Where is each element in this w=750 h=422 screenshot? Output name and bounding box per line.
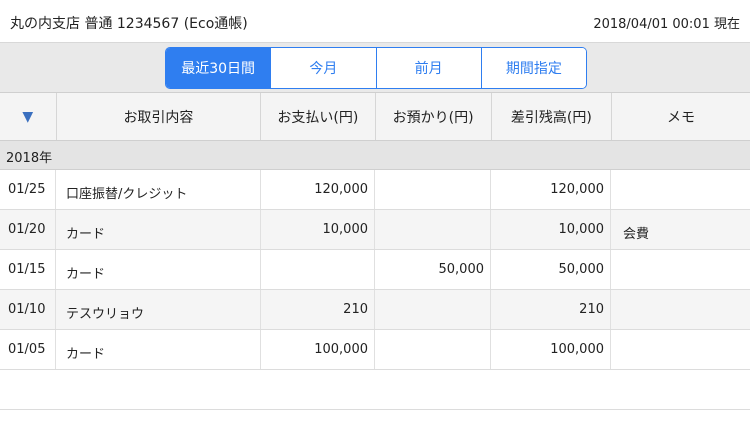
row-payment: 210 [261,290,375,329]
row-memo [611,250,750,289]
sort-column[interactable]: ▼ [0,93,57,140]
row-memo [611,330,750,369]
transaction-list: 01/25 口座振替/クレジット 120,000 120,000 01/20 カ… [0,170,750,410]
row-deposit [375,330,491,369]
row-balance: 50,000 [491,250,611,289]
table-row[interactable]: 01/25 口座振替/クレジット 120,000 120,000 [0,170,750,210]
row-balance: 120,000 [491,170,611,209]
tab-last-30-days[interactable]: 最近30日間 [166,48,271,88]
column-header-description: お取引内容 [57,93,262,140]
row-date: 01/15 [0,250,56,289]
row-date: 01/25 [0,170,56,209]
row-payment: 100,000 [261,330,375,369]
row-date: 01/20 [0,210,56,249]
empty-row [0,370,750,410]
table-row[interactable]: 01/10 テスウリョウ 210 210 [0,290,750,330]
tab-this-month[interactable]: 今月 [270,48,376,88]
row-deposit [375,210,491,249]
account-info: 丸の内支店 普通 1234567 (Eco通帳) [10,16,248,32]
column-header-payment: お支払い(円) [261,93,376,140]
year-label: 2018年 [6,151,53,166]
table-row[interactable]: 01/20 カード 10,000 10,000 会費 [0,210,750,250]
period-segmented-control: 最近30日間 今月 前月 期間指定 [165,47,587,89]
timestamp: 2018/04/01 00:01 現在 [593,17,740,32]
row-memo [611,170,750,209]
row-memo [611,290,750,329]
year-group-header: 2018年 [0,141,750,170]
column-header-memo: メモ [666,109,695,126]
row-description: カード [56,250,261,289]
row-date: 01/10 [0,290,56,329]
tab-last-month[interactable]: 前月 [375,48,481,88]
column-header-balance: 差引残高(円) [492,93,612,140]
sort-triangle-icon[interactable]: ▼ [22,109,33,125]
row-deposit: 50,000 [375,250,491,289]
table-row[interactable]: 01/05 カード 100,000 100,000 [0,330,750,370]
row-date: 01/05 [0,330,56,369]
row-deposit [375,290,491,329]
row-balance: 10,000 [491,210,611,249]
row-memo: 会費 [623,227,650,242]
row-balance: 100,000 [491,330,611,369]
row-deposit [375,170,491,209]
row-payment: 10,000 [261,210,375,249]
period-toolbar: 最近30日間 今月 前月 期間指定 [0,43,750,93]
row-description: カード [56,330,261,369]
row-balance: 210 [491,290,611,329]
row-description: テスウリョウ [56,290,261,329]
table-row[interactable]: 01/15 カード 50,000 50,000 [0,250,750,290]
row-description: 口座振替/クレジット [56,170,261,209]
table-header: ▼ お取引内容 お支払い(円) お預かり(円) 差引残高(円) メモ [0,93,750,141]
row-payment: 120,000 [261,170,375,209]
row-description: カード [56,210,261,249]
tab-custom-period[interactable]: 期間指定 [480,48,586,88]
row-payment [261,250,375,289]
column-header-deposit: お預かり(円) [376,93,492,140]
top-header: 丸の内支店 普通 1234567 (Eco通帳) 2018/04/01 00:0… [0,0,750,43]
